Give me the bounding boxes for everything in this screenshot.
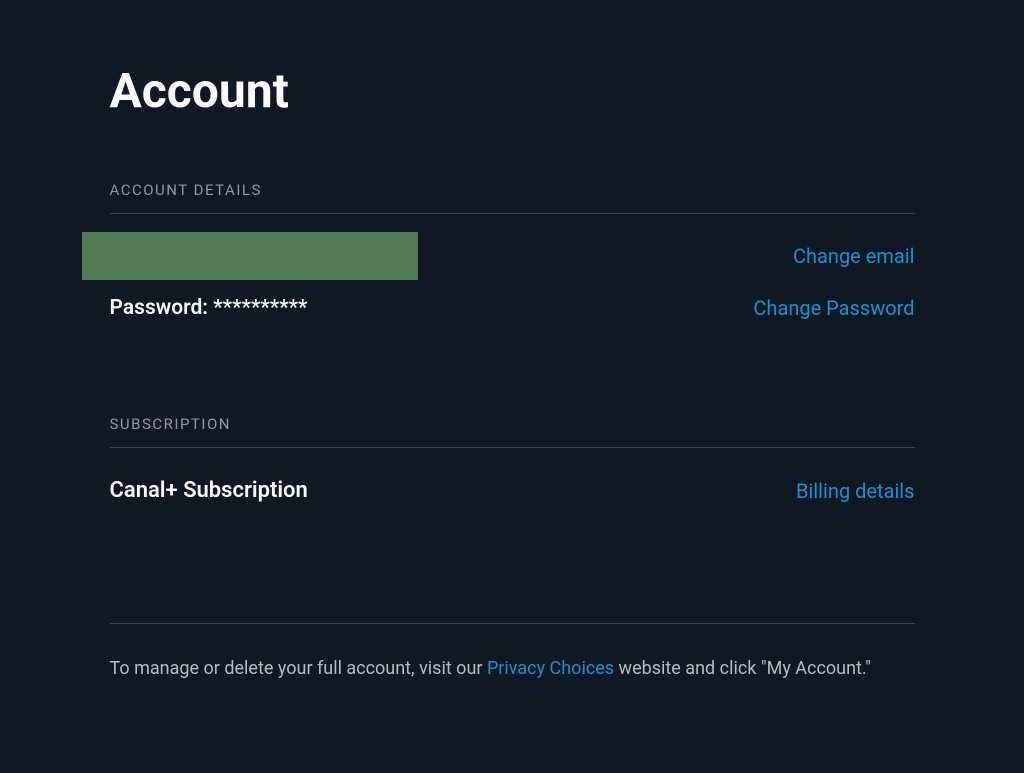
email-redacted-block <box>82 232 418 280</box>
account-container: Account ACCOUNT DETAILS Change email Pas… <box>110 0 915 773</box>
footer-section: To manage or delete your full account, v… <box>110 623 915 685</box>
footer-text-before: To manage or delete your full account, v… <box>110 658 487 679</box>
footer-text-after: website and click "My Account." <box>614 658 871 679</box>
page-title: Account <box>110 62 915 119</box>
account-details-header: ACCOUNT DETAILS <box>110 181 915 214</box>
billing-details-link[interactable]: Billing details <box>796 479 915 503</box>
change-password-link[interactable]: Change Password <box>753 296 914 320</box>
subscription-section: SUBSCRIPTION Canal+ Subscription Billing… <box>110 415 915 503</box>
footer-text: To manage or delete your full account, v… <box>110 654 915 685</box>
subscription-row: Canal+ Subscription Billing details <box>110 478 915 503</box>
privacy-choices-link[interactable]: Privacy Choices <box>487 658 614 679</box>
password-label: Password: ********** <box>110 296 308 320</box>
password-row: Password: ********** Change Password <box>110 296 915 320</box>
change-email-link[interactable]: Change email <box>793 244 915 268</box>
email-row: Change email <box>82 232 915 280</box>
subscription-header: SUBSCRIPTION <box>110 415 915 448</box>
account-details-section: ACCOUNT DETAILS Change email Password: *… <box>110 181 915 320</box>
subscription-name: Canal+ Subscription <box>110 478 308 503</box>
